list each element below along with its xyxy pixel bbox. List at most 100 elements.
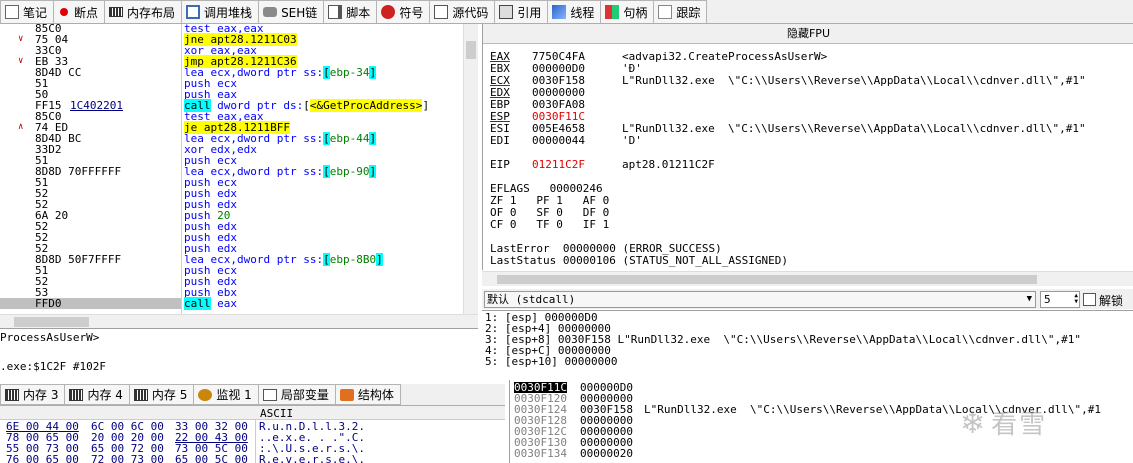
register-value[interactable]: 00000044 [532, 135, 585, 147]
struct-icon [339, 388, 354, 401]
tab-memory-map[interactable]: 内存布局 [104, 0, 183, 23]
hex-group: 76 00 65 00 [6, 453, 79, 463]
scrollbar-thumb[interactable] [497, 275, 1037, 284]
registers-panel: 隐藏FPU EAX 7750C4FA <advapi32.CreateProcess… [482, 24, 1133, 270]
info-line-1: ProcessAsUserW> [0, 331, 100, 344]
tab-label: 内存 3 [23, 388, 59, 402]
disasm-row[interactable]: FFD0 call eax [0, 297, 478, 310]
tab-label: 结构体 [357, 388, 394, 402]
hex-group: 65 00 5C 00 [175, 453, 248, 463]
calling-convention-value: 默认 (stdcall) [487, 293, 576, 306]
tab-handles[interactable]: 句柄 [600, 0, 655, 23]
register-comment: L"RunDll32.exe \"C:\\Users\\Reverse\\App… [622, 122, 1086, 135]
bottom-tab[interactable]: 结构体 [334, 384, 401, 405]
register-name: EIP [490, 158, 510, 171]
bottom-tab[interactable]: 内存 5 [128, 384, 195, 405]
tab-label: 监视 1 [216, 388, 252, 402]
tab-label: 引用 [517, 5, 542, 20]
tab-label: 句柄 [623, 5, 648, 20]
disassembly-column-divider [181, 24, 182, 314]
disasm-row[interactable]: 52 push edx [0, 276, 478, 287]
disassembly-vertical-scrollbar[interactable] [463, 24, 478, 314]
tab-label: SEH链 [281, 5, 318, 20]
disasm-row[interactable]: 51 push ecx [0, 78, 478, 89]
tab-notes[interactable]: 笔记 [0, 0, 55, 23]
calling-convention-select[interactable]: 默认 (stdcall) ▼ [484, 291, 1036, 308]
disasm-row[interactable]: 53 push ebx [0, 287, 478, 298]
argument-count-spinner[interactable]: 5 ▲ ▼ [1040, 291, 1080, 308]
instruction-bytes: FFD0 [35, 297, 62, 310]
disasm-row[interactable]: 51 push ecx [0, 265, 478, 276]
tab-label: 断点 [74, 5, 99, 20]
source-code-icon [434, 5, 449, 19]
hex-group: 72 00 73 00 [91, 453, 164, 463]
disasm-row[interactable]: 6A 20 push 20 [0, 210, 478, 221]
tab-trace[interactable]: 跟踪 [653, 0, 708, 23]
tab-label: 内存 4 [87, 388, 123, 402]
disasm-row[interactable]: 8D8D 70FFFFFF lea ecx,dword ptr ss:[ebp-9… [0, 165, 478, 178]
jump-arrow-icon: ∨ [18, 56, 24, 66]
disasm-row[interactable]: 52 push edx [0, 221, 478, 232]
calling-convention-bar: 默认 (stdcall) ▼ 5 ▲ ▼ 解锁 [482, 289, 1133, 309]
dump-column-divider [255, 420, 256, 463]
disasm-row[interactable]: 52 push edx [0, 199, 478, 210]
dump-header: ASCII [0, 406, 505, 420]
stack-row[interactable]: 0030F134 00000020 [510, 448, 1133, 459]
stack-value: 00000020 [580, 447, 633, 460]
tab-label: 线程 [570, 5, 595, 20]
tab-label: 源代码 [452, 5, 489, 20]
register-flags3[interactable]: CF 0 TF 0 IF 1 [490, 219, 609, 231]
disassembly-view[interactable]: 85C0 test eax,eax ∨ 75 04 jne apt28.1211C03 3… [0, 24, 478, 314]
tab-script[interactable]: 脚本 [323, 0, 378, 23]
scrollbar-thumb[interactable] [14, 317, 89, 327]
info-pane: ProcessAsUserW> .exe:$1C2F #102F [0, 328, 478, 378]
threads-icon [552, 5, 567, 19]
tab-source-code[interactable]: 源代码 [429, 0, 496, 23]
selected-row-highlight [0, 298, 181, 309]
memory-dump-view[interactable]: ASCII 6E 00 44 00 6C 00 6C 00 33 00 32 00 R… [0, 406, 505, 463]
tab-symbols[interactable]: 符号 [376, 0, 431, 23]
unlock-checkbox[interactable] [1083, 293, 1096, 306]
tab-seh-chain[interactable]: SEH链 [258, 0, 325, 23]
disasm-row[interactable]: 33D2 xor edx,edx [0, 144, 478, 155]
tab-references[interactable]: 引用 [494, 0, 549, 23]
tab-label: 内存 5 [151, 388, 188, 402]
register-name: EDI [490, 134, 510, 147]
jump-arrow-icon: ∨ [18, 34, 24, 44]
ascii-text: R.e.v.e.r.s.e.\. [259, 453, 365, 463]
dropdown-arrow-icon[interactable]: ▼ [1027, 292, 1032, 307]
disasm-row[interactable]: 8D8D 50F7FFFF lea ecx,dword ptr ss:[ebp-8… [0, 253, 478, 266]
register-comment: 'D' [622, 134, 642, 147]
disassembly-horizontal-scrollbar[interactable] [0, 314, 478, 328]
memory-icon [69, 388, 84, 401]
spinner-arrows-icon[interactable]: ▲ ▼ [1074, 293, 1078, 305]
watch-icon [198, 388, 213, 401]
tab-label: 内存布局 [127, 5, 176, 20]
tab-call-stack[interactable]: 调用堆栈 [181, 0, 260, 23]
disasm-row[interactable]: 52 push edx [0, 188, 478, 199]
disasm-row[interactable]: 8D4D CC lea ecx,dword ptr ss:[ebp-34] [0, 66, 478, 79]
memory-map-icon [109, 7, 124, 17]
tab-breakpoint[interactable]: 断点 [53, 0, 106, 23]
stack-arguments-panel: 1: [esp] 000000D0 2: [esp+4] 00000000 3: [… [482, 310, 1133, 378]
registers-horizontal-scrollbar[interactable] [482, 271, 1133, 286]
tab-threads[interactable]: 线程 [547, 0, 602, 23]
bottom-tab[interactable]: 内存 4 [64, 384, 130, 405]
hide-fpu-button[interactable]: 隐藏FPU [483, 24, 1133, 44]
tab-label: 脚本 [346, 5, 371, 20]
instruction-token: call [184, 297, 211, 310]
stack-argument: 5: [esp+10] 00000000 [485, 355, 618, 368]
register-laststatus[interactable]: LastStatus 00000106 (STATUS_NOT_ALL_ASSI… [490, 255, 788, 267]
bottom-tab[interactable]: 内存 3 [0, 384, 66, 405]
scrollbar-thumb[interactable] [466, 41, 476, 59]
register-value[interactable]: 01211C2F [532, 159, 585, 171]
disasm-row[interactable]: 51 push ecx [0, 177, 478, 188]
memory-icon [133, 388, 148, 401]
disasm-row[interactable]: 52 push edx [0, 232, 478, 243]
bottom-tab[interactable]: 局部变量 [257, 384, 336, 405]
memory-icon [5, 388, 19, 401]
jump-arrow-icon: ∧ [18, 122, 24, 132]
address-operand[interactable]: 1C402201 [70, 100, 123, 111]
locals-icon [262, 388, 277, 401]
bottom-tab[interactable]: 监视 1 [193, 384, 259, 405]
